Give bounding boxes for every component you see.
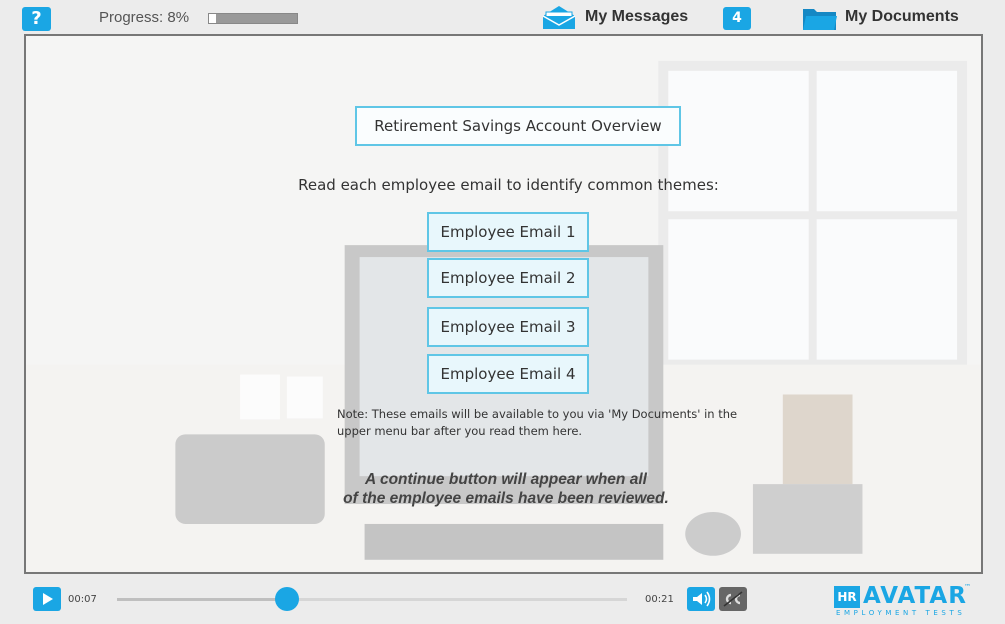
help-icon: ? (31, 8, 42, 29)
task-panel: Retirement Savings Account Overview Read… (26, 36, 981, 572)
progress-bar-fill (209, 14, 217, 23)
progress-bar (208, 13, 298, 24)
envelope-icon[interactable] (541, 4, 577, 30)
employee-email-1-button[interactable]: Employee Email 1 (427, 212, 589, 252)
logo-trademark: ™ (964, 583, 971, 591)
volume-button[interactable] (687, 587, 715, 611)
continue-notice: A continue button will appear when all o… (286, 470, 726, 508)
total-time: 00:21 (645, 594, 674, 605)
progress-label: Progress: 8% (99, 9, 190, 26)
media-controls: 00:07 00:21 HR AVATAR ™ EMPLOYMENT TESTS (0, 578, 1005, 624)
captions-icon (723, 591, 743, 607)
note-line-1: Note: These emails will be available to … (337, 407, 738, 421)
seek-bar[interactable] (117, 587, 627, 611)
continue-notice-line-2: of the employee emails have been reviewe… (343, 490, 669, 507)
continue-notice-line-1: A continue button will appear when all (365, 471, 647, 488)
volume-icon (693, 591, 711, 607)
hr-avatar-logo: HR AVATAR ™ EMPLOYMENT TESTS (834, 583, 974, 619)
employee-email-2-button[interactable]: Employee Email 2 (427, 258, 589, 298)
logo-hr-mark: HR (834, 586, 860, 608)
my-documents-link[interactable]: My Documents (845, 8, 959, 26)
play-button[interactable] (33, 587, 61, 611)
top-bar: ? Progress: 8% My Messages 4 My Document… (0, 0, 1005, 36)
logo-name: AVATAR (863, 583, 967, 609)
section-title: Retirement Savings Account Overview (355, 106, 681, 146)
content-stage: Retirement Savings Account Overview Read… (24, 34, 983, 574)
employee-email-4-button[interactable]: Employee Email 4 (427, 354, 589, 394)
help-button[interactable]: ? (22, 7, 51, 31)
instruction-text: Read each employee email to identify com… (298, 176, 719, 194)
employee-email-3-button[interactable]: Employee Email 3 (427, 307, 589, 347)
seek-bar-fill (117, 598, 287, 601)
seek-handle[interactable] (274, 587, 299, 611)
note-line-2: upper menu bar after you read them here. (337, 424, 583, 438)
folder-icon[interactable] (802, 5, 838, 31)
captions-button[interactable] (719, 587, 747, 611)
messages-count-badge[interactable]: 4 (723, 7, 751, 30)
logo-tagline: EMPLOYMENT TESTS (836, 609, 966, 617)
current-time: 00:07 (68, 594, 97, 605)
my-messages-link[interactable]: My Messages (585, 8, 688, 26)
note-text: Note: These emails will be available to … (337, 406, 757, 440)
play-icon (43, 593, 53, 605)
